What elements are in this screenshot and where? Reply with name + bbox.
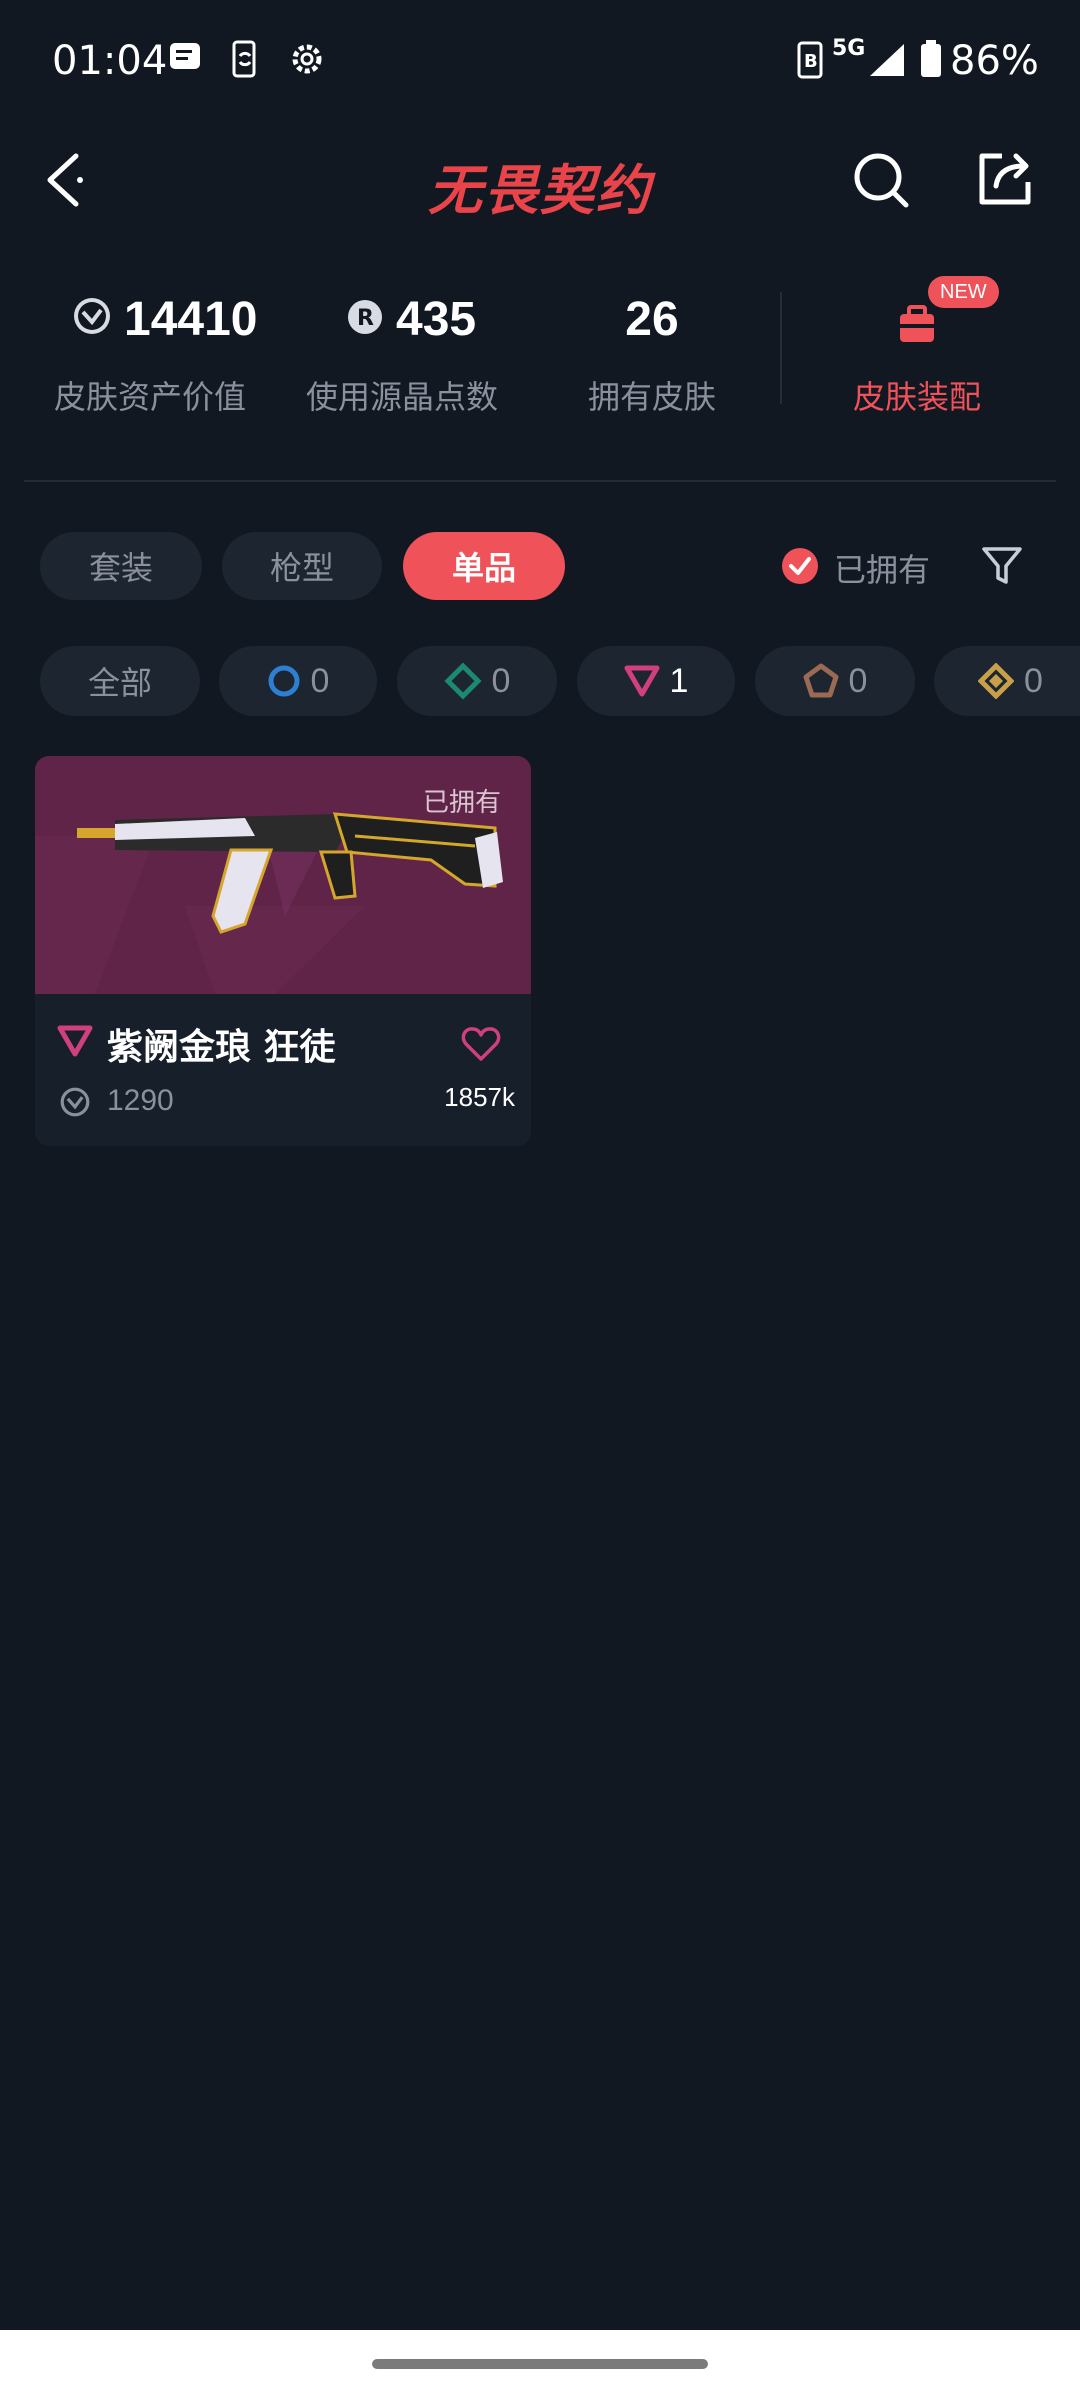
- radianite-label: 使用源晶点数: [305, 378, 498, 416]
- rarity-count: 1: [669, 661, 689, 700]
- ultra-tier-icon: [803, 663, 839, 698]
- rarity-count: 0: [491, 661, 511, 700]
- nfc-icon: B: [796, 40, 824, 84]
- owned-filter-toggle[interactable]: 已拥有: [780, 544, 930, 592]
- skin-name: 紫阙金琅 狂徒: [107, 1027, 336, 1068]
- svg-text:B: B: [804, 51, 818, 72]
- owned-tag: 已拥有: [422, 788, 501, 818]
- battery-percent: 86%: [950, 38, 1039, 84]
- signal-icon: [868, 42, 906, 82]
- skin-card[interactable]: 已拥有 紫阙金琅 狂徒 1290 1857k: [35, 756, 531, 1146]
- home-gesture-pill[interactable]: [372, 2359, 708, 2369]
- new-badge: NEW: [928, 276, 999, 308]
- phone-sync-icon: [228, 40, 262, 82]
- rarity-count: 0: [310, 661, 330, 700]
- status-time: 01:04: [52, 38, 168, 84]
- svg-text:R: R: [357, 306, 374, 331]
- filter-icon[interactable]: [980, 544, 1024, 592]
- share-icon[interactable]: [976, 150, 1034, 212]
- deluxe-tier-icon: [443, 662, 482, 700]
- rarity-chip-ultra[interactable]: 0: [755, 646, 915, 716]
- stats-divider: [780, 292, 782, 404]
- message-icon: [168, 40, 202, 78]
- owned-skins-label: 拥有皮肤: [587, 378, 716, 416]
- asset-value: 14410: [124, 293, 258, 346]
- section-divider: [24, 480, 1056, 482]
- loadout-bag-icon: [896, 304, 938, 348]
- rarity-chip-select[interactable]: 0: [219, 646, 377, 716]
- select-tier-icon: [268, 665, 300, 697]
- owned-filter-label: 已拥有: [834, 551, 931, 589]
- radianite-icon: R: [346, 298, 384, 340]
- rarity-count: 0: [1024, 661, 1043, 700]
- loadout-label: 皮肤装配: [852, 378, 981, 416]
- tab-weapon-type[interactable]: 枪型: [222, 532, 382, 600]
- settings-gear-icon: [288, 40, 326, 82]
- rarity-chip-deluxe[interactable]: 0: [397, 646, 557, 716]
- checkbox-checked-icon: [780, 546, 820, 590]
- rarity-chip-all[interactable]: 全部: [40, 646, 200, 716]
- tab-single-item[interactable]: 单品: [403, 532, 565, 600]
- tab-sets[interactable]: 套装: [40, 532, 202, 600]
- owned-skins-count: 26: [625, 293, 679, 346]
- search-icon[interactable]: [852, 150, 912, 214]
- network-type: 5G: [832, 36, 866, 61]
- loadout-button[interactable]: NEW 皮肤装配: [842, 262, 999, 422]
- rarity-count: 0: [848, 661, 868, 700]
- rarity-chip-exclusive[interactable]: 0: [934, 646, 1080, 716]
- like-count: 1857k: [444, 1082, 515, 1112]
- radianite-points: 435: [396, 293, 477, 346]
- valorant-points-icon: [72, 296, 112, 340]
- skin-image: 已拥有: [35, 756, 531, 994]
- premium-tier-icon: [57, 1024, 93, 1062]
- asset-value-label: 皮肤资产价值: [53, 378, 246, 416]
- premium-tier-icon: [624, 665, 660, 697]
- exclusive-tier-icon: [978, 663, 1014, 699]
- favorite-heart-icon[interactable]: [461, 1026, 501, 1066]
- valorant-points-icon: [59, 1086, 91, 1122]
- rarity-all-label: 全部: [87, 664, 152, 702]
- skin-price: 1290: [107, 1084, 174, 1117]
- page-title: 无畏契约: [428, 159, 652, 222]
- rarity-chip-premium[interactable]: 1: [577, 646, 735, 716]
- battery-icon: [920, 40, 942, 82]
